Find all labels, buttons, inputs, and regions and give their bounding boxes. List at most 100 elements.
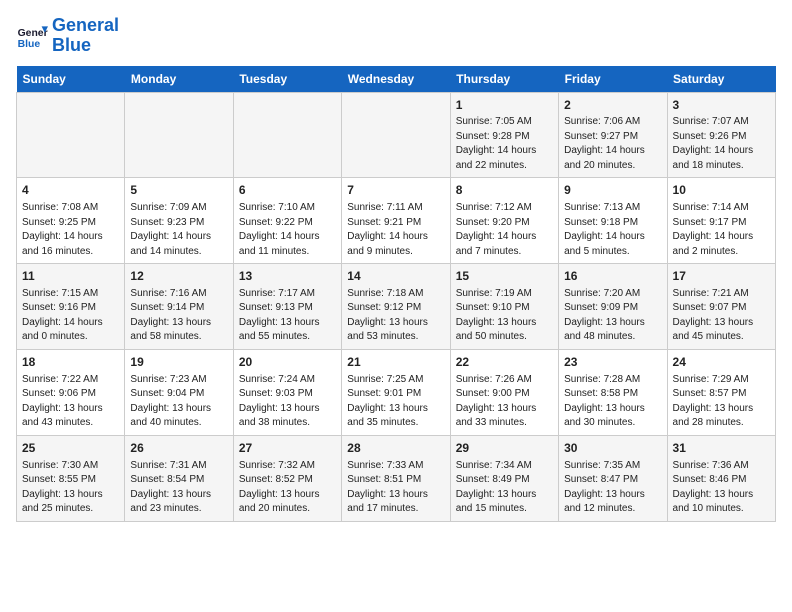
- day-info: Sunrise: 7:26 AM Sunset: 9:00 PM Dayligh…: [456, 373, 553, 431]
- day-info: Sunrise: 7:24 AM Sunset: 9:03 PM Dayligh…: [239, 373, 336, 431]
- day-info: Sunrise: 7:17 AM Sunset: 9:13 PM Dayligh…: [239, 287, 336, 345]
- weekday-header-sunday: Sunday: [17, 66, 125, 93]
- day-info: Sunrise: 7:18 AM Sunset: 9:12 PM Dayligh…: [347, 287, 444, 345]
- calendar-day-19: 19 Sunrise: 7:23 AM Sunset: 9:04 PM Dayli…: [125, 349, 233, 435]
- day-info: Sunrise: 7:08 AM Sunset: 9:25 PM Dayligh…: [22, 201, 119, 259]
- calendar-empty-cell: [342, 92, 450, 178]
- calendar-week-5: 25 Sunrise: 7:30 AM Sunset: 8:55 PM Dayli…: [17, 435, 776, 521]
- day-info: Sunrise: 7:23 AM Sunset: 9:04 PM Dayligh…: [130, 373, 227, 431]
- day-info: Sunrise: 7:31 AM Sunset: 8:54 PM Dayligh…: [130, 459, 227, 517]
- day-number: 19: [130, 354, 227, 371]
- calendar-day-7: 7 Sunrise: 7:11 AM Sunset: 9:21 PM Daylig…: [342, 178, 450, 264]
- calendar-day-18: 18 Sunrise: 7:22 AM Sunset: 9:06 PM Dayli…: [17, 349, 125, 435]
- day-number: 25: [22, 440, 119, 457]
- day-info: Sunrise: 7:14 AM Sunset: 9:17 PM Dayligh…: [673, 201, 770, 259]
- logo: General Blue GeneralBlue: [16, 16, 119, 56]
- logo-text: GeneralBlue: [52, 16, 119, 56]
- svg-text:Blue: Blue: [18, 39, 41, 50]
- calendar-day-31: 31 Sunrise: 7:36 AM Sunset: 8:46 PM Dayli…: [667, 435, 775, 521]
- calendar-day-16: 16Sunrise: 7:20 AM Sunset: 9:09 PM Dayli…: [559, 264, 667, 350]
- day-number: 22: [456, 354, 553, 371]
- weekday-header-wednesday: Wednesday: [342, 66, 450, 93]
- calendar-day-12: 12 Sunrise: 7:16 AM Sunset: 9:14 PM Dayli…: [125, 264, 233, 350]
- calendar-day-23: 23 Sunrise: 7:28 AM Sunset: 8:58 PM Dayli…: [559, 349, 667, 435]
- day-number: 4: [22, 182, 119, 199]
- day-number: 24: [673, 354, 770, 371]
- day-number: 14: [347, 268, 444, 285]
- day-number: 7: [347, 182, 444, 199]
- day-info: Sunrise: 7:16 AM Sunset: 9:14 PM Dayligh…: [130, 287, 227, 345]
- day-number: 6: [239, 182, 336, 199]
- day-info: Sunrise: 7:30 AM Sunset: 8:55 PM Dayligh…: [22, 459, 119, 517]
- calendar-day-2: 2Sunrise: 7:06 AM Sunset: 9:27 PM Daylig…: [559, 92, 667, 178]
- day-number: 12: [130, 268, 227, 285]
- day-number: 21: [347, 354, 444, 371]
- day-info: Sunrise: 7:10 AM Sunset: 9:22 PM Dayligh…: [239, 201, 336, 259]
- day-number: 8: [456, 182, 553, 199]
- calendar-day-9: 9 Sunrise: 7:13 AM Sunset: 9:18 PM Daylig…: [559, 178, 667, 264]
- calendar-empty-cell: [125, 92, 233, 178]
- day-number: 27: [239, 440, 336, 457]
- day-info: Sunrise: 7:28 AM Sunset: 8:58 PM Dayligh…: [564, 373, 661, 431]
- calendar-day-13: 13 Sunrise: 7:17 AM Sunset: 9:13 PM Dayli…: [233, 264, 341, 350]
- day-number: 18: [22, 354, 119, 371]
- calendar-table: SundayMondayTuesdayWednesdayThursdayFrid…: [16, 66, 776, 522]
- day-number: 13: [239, 268, 336, 285]
- day-number: 26: [130, 440, 227, 457]
- calendar-day-20: 20 Sunrise: 7:24 AM Sunset: 9:03 PM Dayli…: [233, 349, 341, 435]
- calendar-day-4: 4 Sunrise: 7:08 AM Sunset: 9:25 PM Daylig…: [17, 178, 125, 264]
- day-number: 31: [673, 440, 770, 457]
- day-info: Sunrise: 7:29 AM Sunset: 8:57 PM Dayligh…: [673, 373, 770, 431]
- calendar-empty-cell: [233, 92, 341, 178]
- calendar-day-21: 21 Sunrise: 7:25 AM Sunset: 9:01 PM Dayli…: [342, 349, 450, 435]
- calendar-empty-cell: [17, 92, 125, 178]
- day-info: Sunrise: 7:34 AM Sunset: 8:49 PM Dayligh…: [456, 459, 553, 517]
- calendar-day-26: 26 Sunrise: 7:31 AM Sunset: 8:54 PM Dayli…: [125, 435, 233, 521]
- calendar-day-1: 1Sunrise: 7:05 AM Sunset: 9:28 PM Daylig…: [450, 92, 558, 178]
- day-number: 30: [564, 440, 661, 457]
- day-number: 17: [673, 268, 770, 285]
- calendar-week-1: 1Sunrise: 7:05 AM Sunset: 9:28 PM Daylig…: [17, 92, 776, 178]
- calendar-day-24: 24 Sunrise: 7:29 AM Sunset: 8:57 PM Dayli…: [667, 349, 775, 435]
- day-number: 23: [564, 354, 661, 371]
- day-info: Sunrise: 7:09 AM Sunset: 9:23 PM Dayligh…: [130, 201, 227, 259]
- calendar-day-30: 30 Sunrise: 7:35 AM Sunset: 8:47 PM Dayli…: [559, 435, 667, 521]
- calendar-day-29: 29 Sunrise: 7:34 AM Sunset: 8:49 PM Dayli…: [450, 435, 558, 521]
- day-info: Sunrise: 7:22 AM Sunset: 9:06 PM Dayligh…: [22, 373, 119, 431]
- day-number: 29: [456, 440, 553, 457]
- calendar-day-5: 5 Sunrise: 7:09 AM Sunset: 9:23 PM Daylig…: [125, 178, 233, 264]
- day-number: 11: [22, 268, 119, 285]
- calendar-day-25: 25 Sunrise: 7:30 AM Sunset: 8:55 PM Dayli…: [17, 435, 125, 521]
- day-info: Sunrise: 7:12 AM Sunset: 9:20 PM Dayligh…: [456, 201, 553, 259]
- calendar-day-8: 8 Sunrise: 7:12 AM Sunset: 9:20 PM Daylig…: [450, 178, 558, 264]
- day-info: Sunrise: 7:13 AM Sunset: 9:18 PM Dayligh…: [564, 201, 661, 259]
- day-number: 2: [564, 97, 661, 114]
- day-number: 20: [239, 354, 336, 371]
- page-header: General Blue GeneralBlue: [16, 16, 776, 56]
- day-info: Sunrise: 7:19 AM Sunset: 9:10 PM Dayligh…: [456, 287, 553, 345]
- day-info: Sunrise: 7:06 AM Sunset: 9:27 PM Dayligh…: [564, 115, 661, 173]
- calendar-day-27: 27Sunrise: 7:32 AM Sunset: 8:52 PM Dayli…: [233, 435, 341, 521]
- day-info: Sunrise: 7:07 AM Sunset: 9:26 PM Dayligh…: [673, 115, 770, 173]
- weekday-header-monday: Monday: [125, 66, 233, 93]
- calendar-day-15: 15 Sunrise: 7:19 AM Sunset: 9:10 PM Dayli…: [450, 264, 558, 350]
- day-number: 9: [564, 182, 661, 199]
- calendar-week-2: 4 Sunrise: 7:08 AM Sunset: 9:25 PM Daylig…: [17, 178, 776, 264]
- calendar-week-3: 11 Sunrise: 7:15 AM Sunset: 9:16 PM Dayli…: [17, 264, 776, 350]
- day-info: Sunrise: 7:11 AM Sunset: 9:21 PM Dayligh…: [347, 201, 444, 259]
- logo-icon: General Blue: [16, 20, 48, 52]
- day-info: Sunrise: 7:35 AM Sunset: 8:47 PM Dayligh…: [564, 459, 661, 517]
- calendar-day-10: 10Sunrise: 7:14 AM Sunset: 9:17 PM Dayli…: [667, 178, 775, 264]
- day-number: 5: [130, 182, 227, 199]
- calendar-day-28: 28Sunrise: 7:33 AM Sunset: 8:51 PM Dayli…: [342, 435, 450, 521]
- day-number: 15: [456, 268, 553, 285]
- calendar-day-14: 14 Sunrise: 7:18 AM Sunset: 9:12 PM Dayli…: [342, 264, 450, 350]
- weekday-header-friday: Friday: [559, 66, 667, 93]
- day-info: Sunrise: 7:05 AM Sunset: 9:28 PM Dayligh…: [456, 115, 553, 173]
- day-info: Sunrise: 7:25 AM Sunset: 9:01 PM Dayligh…: [347, 373, 444, 431]
- calendar-day-3: 3Sunrise: 7:07 AM Sunset: 9:26 PM Daylig…: [667, 92, 775, 178]
- day-info: Sunrise: 7:20 AM Sunset: 9:09 PM Dayligh…: [564, 287, 661, 345]
- day-info: Sunrise: 7:36 AM Sunset: 8:46 PM Dayligh…: [673, 459, 770, 517]
- day-info: Sunrise: 7:33 AM Sunset: 8:51 PM Dayligh…: [347, 459, 444, 517]
- day-info: Sunrise: 7:15 AM Sunset: 9:16 PM Dayligh…: [22, 287, 119, 345]
